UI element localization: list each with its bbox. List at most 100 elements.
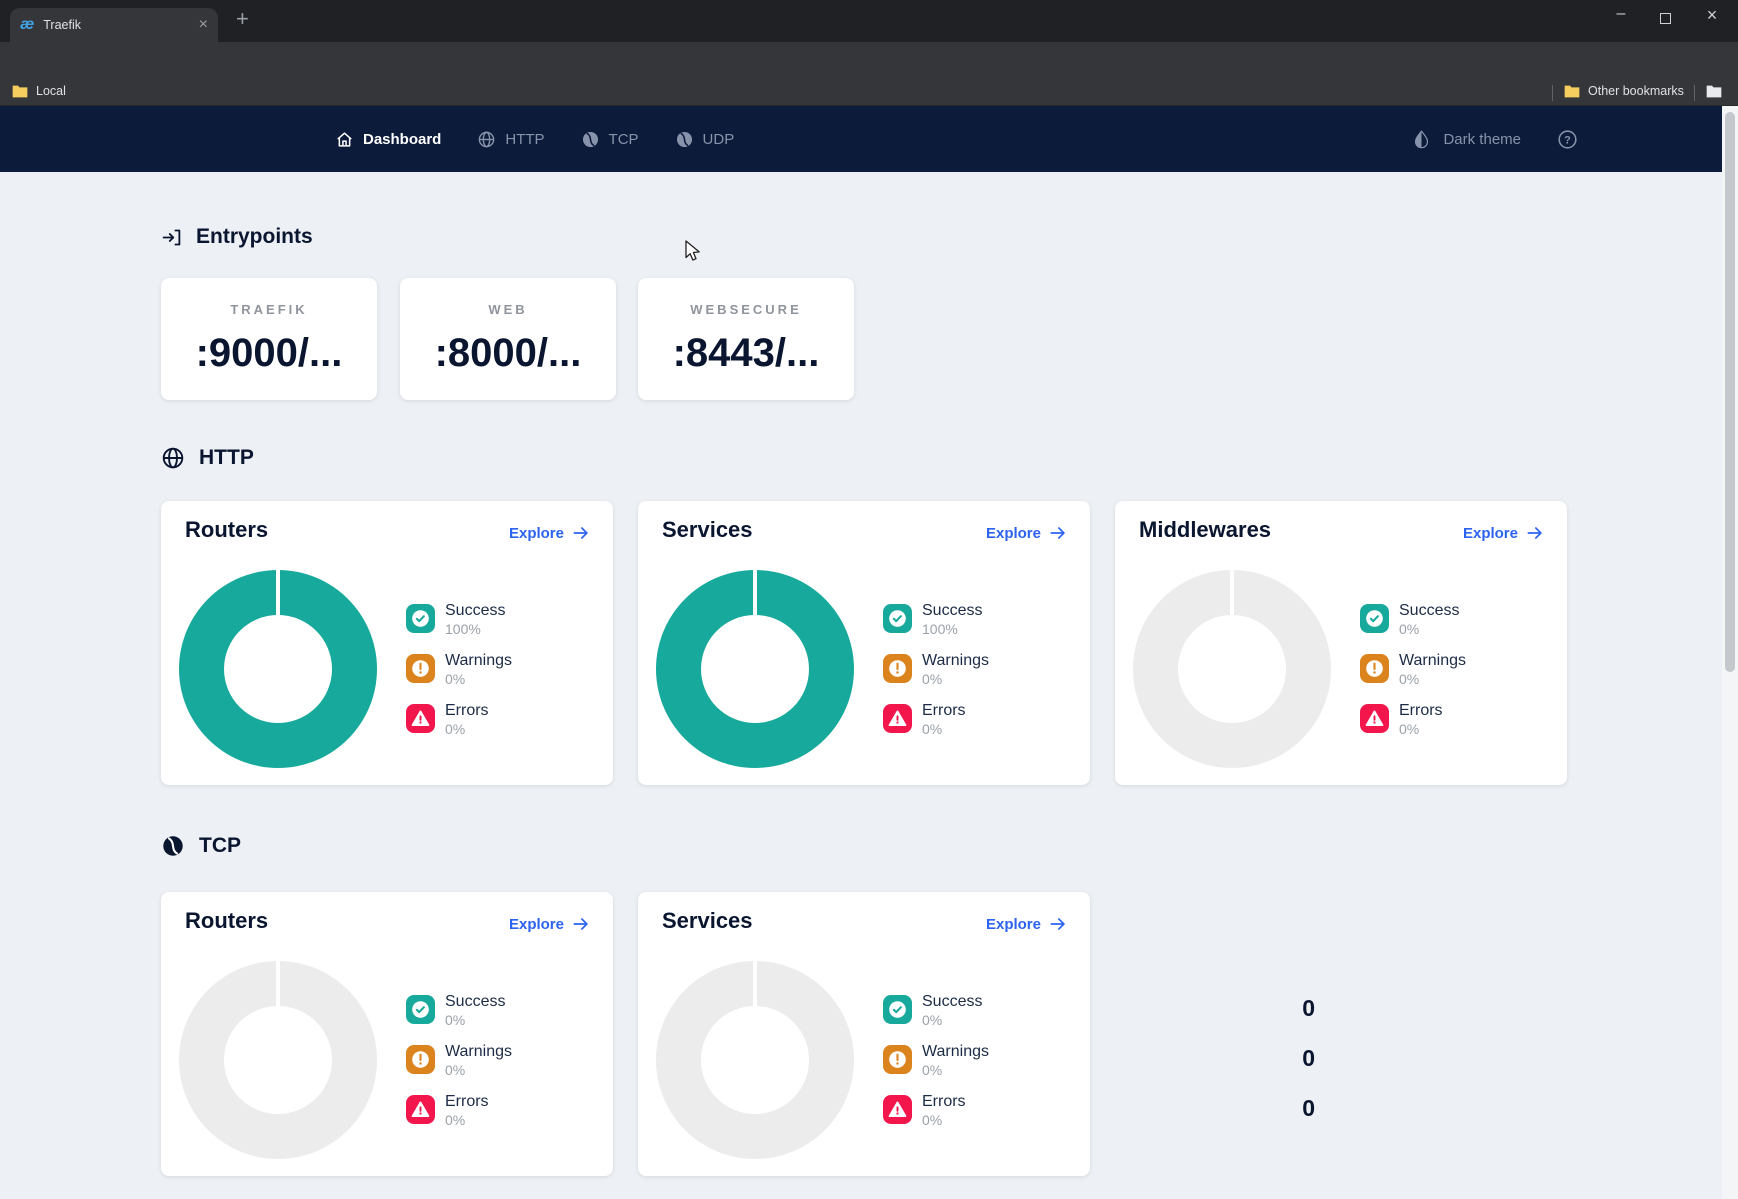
main-menu: Dashboard HTTP TCP UDP (335, 106, 734, 172)
globe-icon (477, 130, 496, 149)
bookmark-local-folder[interactable]: Local (12, 84, 66, 98)
http-middlewares-card: Middlewares Explore Success 0% 0 Warning… (1115, 501, 1567, 785)
invert-colors-icon (1411, 129, 1432, 150)
hidden-bookmarks-folder-button[interactable] (1706, 84, 1722, 98)
traefik-navbar: træfik 2.3.3 Dashboard HTTP TCP UDP (0, 106, 1738, 172)
card-title: Routers (185, 517, 268, 543)
error-icon (406, 1095, 435, 1124)
stat-errors: Errors 0% 0 (883, 702, 1083, 734)
section-title: HTTP (199, 446, 254, 470)
mouse-cursor (684, 240, 704, 269)
tcp-icon (161, 834, 185, 858)
warning-icon (883, 1045, 912, 1074)
stat-success: Success 100% 4 (406, 602, 606, 634)
other-bookmarks-folder[interactable]: Other bookmarks (1564, 84, 1684, 98)
explore-link[interactable]: Explore (986, 523, 1068, 543)
new-tab-button[interactable]: + (236, 8, 249, 30)
browser-tab[interactable]: æ Traefik × (10, 8, 218, 42)
tcp-section-header: TCP (161, 834, 241, 858)
window-close-button[interactable]: × (1703, 7, 1721, 23)
success-icon (883, 604, 912, 633)
stat-errors: Errors 0% 0 (1360, 702, 1560, 734)
stat-warnings: Warnings 0% 0 (406, 652, 606, 684)
tab-title: Traefik (43, 18, 198, 32)
explore-link[interactable]: Explore (1463, 523, 1545, 543)
entrypoint-card-traefik: TRAEFIK :9000/... (161, 278, 377, 400)
entrypoint-name: WEB (400, 302, 616, 317)
http-routers-card: Routers Explore Success 100% 4 Warnings … (161, 501, 613, 785)
entrypoint-port: :8000/... (400, 331, 616, 376)
explore-link[interactable]: Explore (986, 914, 1068, 934)
nav-label: TCP (609, 131, 639, 148)
stat-errors: Errors 0% 0 (883, 1093, 1083, 1125)
bookmarks-separator (1552, 85, 1553, 101)
explore-link[interactable]: Explore (509, 523, 591, 543)
window-maximize-button[interactable] (1660, 13, 1671, 24)
error-icon (883, 1095, 912, 1124)
home-icon (335, 130, 354, 149)
folder-icon (1564, 84, 1580, 98)
entrypoint-card-websecure: WEBSECURE :8443/... (638, 278, 854, 400)
page-scrollbar-thumb[interactable] (1725, 112, 1735, 672)
help-icon[interactable]: ? (1557, 129, 1578, 150)
donut-chart (179, 961, 377, 1159)
stat-warnings: Warnings 0% 0 (883, 652, 1083, 684)
entrypoint-name: TRAEFIK (161, 302, 377, 317)
stat-warnings: Warnings 0% 0 (1360, 652, 1560, 684)
stat-warnings: Warnings 0% 0 (883, 1043, 1083, 1075)
dark-theme-label: Dark theme (1443, 131, 1521, 148)
warning-icon (406, 1045, 435, 1074)
entrypoints-section-header: Entrypoints (161, 225, 313, 249)
stat-errors: Errors 0% 0 (406, 1093, 606, 1125)
browser-toolbar: 192.168.0.5/dashboard/#/ Incognito ⋮ (0, 42, 1738, 80)
stat-warnings: Warnings 0% 0 (406, 1043, 606, 1075)
stat-success: Success 100% 5 (883, 602, 1083, 634)
bookmark-label: Local (36, 84, 66, 98)
warning-icon (406, 654, 435, 683)
entrypoint-port: :9000/... (161, 331, 377, 376)
section-title: Entrypoints (196, 225, 313, 249)
donut-chart (1133, 570, 1331, 768)
explore-link[interactable]: Explore (509, 914, 591, 934)
arrow-right-icon (571, 914, 591, 934)
nav-http[interactable]: HTTP (477, 130, 544, 149)
arrow-right-icon (1048, 914, 1068, 934)
donut-chart (656, 570, 854, 768)
success-icon (883, 995, 912, 1024)
card-title: Middlewares (1139, 517, 1271, 543)
svg-text:?: ? (1564, 134, 1571, 146)
stat-success: Success 0% 0 (406, 993, 606, 1025)
bookmark-label: Other bookmarks (1588, 84, 1684, 98)
nav-label: Dashboard (363, 131, 441, 148)
arrow-right-icon (1525, 523, 1545, 543)
tab-close-icon[interactable]: × (199, 17, 208, 33)
arrow-right-icon (571, 523, 591, 543)
udp-icon (675, 130, 694, 149)
nav-label: HTTP (505, 131, 544, 148)
success-icon (406, 995, 435, 1024)
nav-tcp[interactable]: TCP (581, 130, 639, 149)
stat-errors: Errors 0% 0 (406, 702, 606, 734)
tcp-services-card: Services Explore Success 0% 0 Warnings 0… (638, 892, 1090, 1176)
bookmarks-bar: Local Other bookmarks (0, 80, 1738, 106)
nav-udp[interactable]: UDP (675, 130, 735, 149)
http-services-card: Services Explore Success 100% 5 Warnings… (638, 501, 1090, 785)
navbar-right: Dark theme ? (1411, 106, 1578, 172)
entrypoint-name: WEBSECURE (638, 302, 854, 317)
window-minimize-button[interactable]: – (1612, 6, 1630, 22)
browser-tab-strip: æ Traefik × + – × (0, 0, 1738, 42)
dark-theme-toggle[interactable]: Dark theme (1411, 129, 1521, 150)
donut-chart (656, 961, 854, 1159)
stat-success: Success 0% 0 (883, 993, 1083, 1025)
nav-dashboard[interactable]: Dashboard (335, 130, 441, 149)
tcp-icon (581, 130, 600, 149)
warning-icon (1360, 654, 1389, 683)
error-icon (1360, 704, 1389, 733)
arrow-right-icon (1048, 523, 1068, 543)
card-title: Services (662, 517, 753, 543)
traefik-favicon-icon: æ (20, 16, 34, 34)
success-icon (1360, 604, 1389, 633)
screen: æ Traefik × + – × 192.168.0.5/dashboard/… (0, 0, 1738, 1199)
donut-chart (179, 570, 377, 768)
card-title: Services (662, 908, 753, 934)
